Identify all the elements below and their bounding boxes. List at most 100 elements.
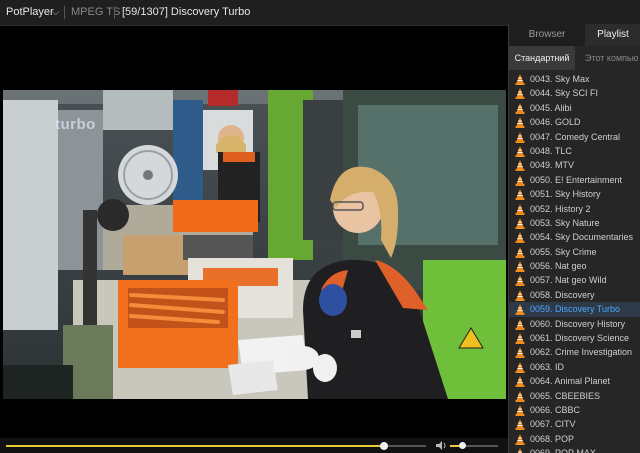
- vlc-cone-icon: [515, 433, 525, 445]
- playlist-item-label: 0056. Nat geo: [530, 261, 587, 272]
- vlc-cone-icon: [515, 275, 525, 287]
- playlist-item-label: 0047. Comedy Central: [530, 131, 621, 142]
- playlist-panel: Browser Playlist Стандартний Этот компью…: [508, 24, 640, 453]
- playlist-item[interactable]: 0060. Discovery History: [509, 317, 640, 331]
- playlist-item-label: 0063. ID: [530, 361, 565, 372]
- playlist-item-label: 0065. CBEEBIES: [530, 390, 601, 401]
- vlc-cone-icon: [518, 448, 522, 453]
- playlist-item-label: 0064. Animal Planet: [530, 376, 611, 387]
- playlist-item-active[interactable]: 0059. Discovery Turbo: [509, 302, 640, 317]
- volume-handle[interactable]: [459, 442, 466, 449]
- playlist-item-label: 0060. Discovery History: [530, 318, 626, 329]
- playlist-item-label: 0058. Discovery: [530, 289, 595, 300]
- vlc-cone-icon: [515, 189, 525, 201]
- playlist-item-label: 0062. Crime Investigation: [530, 347, 633, 358]
- vlc-cone-icon: [515, 88, 525, 100]
- vlc-cone-icon: [515, 404, 525, 416]
- playlist-item[interactable]: 0051. Sky History: [509, 187, 640, 201]
- controls-bar: [0, 438, 508, 453]
- speaker-icon[interactable]: [435, 440, 447, 451]
- divider: [64, 6, 65, 19]
- playlist-item[interactable]: 0046. GOLD: [509, 115, 640, 129]
- playlist-item[interactable]: 0069. POP MAX: [509, 446, 640, 453]
- playlist-item-label: 0052. History 2: [530, 203, 591, 214]
- playlist-item[interactable]: 0061. Discovery Science: [509, 331, 640, 345]
- playlist-item[interactable]: 0044. Sky SCI FI: [509, 86, 640, 100]
- vlc-cone-icon: [515, 304, 525, 316]
- playlist-item[interactable]: 0053. Sky Nature: [509, 216, 640, 230]
- vlc-cone-icon: [515, 174, 525, 186]
- seek-progress: [6, 445, 384, 447]
- playlist-item-label: 0049. MTV: [530, 160, 575, 171]
- window-title: [59/1307] Discovery Turbo: [122, 6, 251, 18]
- playlist-item-label: 0044. Sky SCI FI: [530, 88, 599, 99]
- video-scene-image: [3, 90, 506, 399]
- vlc-cone-icon: [515, 347, 525, 359]
- app-menu-button[interactable]: PotPlayer: [6, 0, 54, 25]
- playlist-item[interactable]: 0049. MTV: [509, 158, 640, 172]
- playlist-item[interactable]: 0066. CBBC: [509, 403, 640, 417]
- subtab-standard[interactable]: Стандартний: [509, 46, 575, 70]
- playlist-item[interactable]: 0064. Animal Planet: [509, 374, 640, 388]
- playlist-item-label: 0050. E! Entertainment: [530, 174, 623, 185]
- vlc-cone-icon: [515, 246, 525, 258]
- vlc-cone-icon: [515, 74, 525, 85]
- tab-playlist[interactable]: Playlist: [585, 24, 640, 46]
- playlist-item[interactable]: 0052. History 2: [509, 202, 640, 216]
- title-bar: PotPlayer ⌵ MPEG TS [59/1307] Discovery …: [0, 0, 640, 26]
- playlist-item[interactable]: 0048. TLC: [509, 144, 640, 158]
- playlist-item-label: 0059. Discovery Turbo: [530, 304, 621, 315]
- vlc-cone-icon: [515, 376, 525, 388]
- playlist-item-label: 0057. Nat geo Wild: [530, 275, 607, 286]
- vlc-cone-icon: [515, 361, 525, 373]
- vlc-cone-icon: [515, 203, 525, 215]
- playlist-item-label: 0061. Discovery Science: [530, 333, 630, 344]
- vlc-cone-icon: [515, 289, 525, 301]
- playlist-item-label: 0045. Alibi: [530, 102, 572, 113]
- playlist-item[interactable]: 0045. Alibi: [509, 101, 640, 115]
- vlc-cone-icon: [515, 131, 525, 143]
- video-area[interactable]: turbo: [0, 26, 508, 438]
- playlist-item[interactable]: 0043. Sky Max: [509, 72, 640, 86]
- vlc-cone-icon: [515, 160, 525, 172]
- playlist-item-label: 0051. Sky History: [530, 189, 601, 200]
- seek-handle[interactable]: [380, 442, 388, 450]
- tab-browser[interactable]: Browser: [509, 24, 585, 46]
- playlist-item-label: 0069. POP MAX: [530, 446, 596, 453]
- seek-bar[interactable]: [6, 442, 426, 450]
- chevron-down-icon[interactable]: ⌵: [52, 0, 60, 25]
- playlist-item[interactable]: 0047. Comedy Central: [509, 130, 640, 144]
- vlc-cone-icon: [515, 318, 525, 330]
- vlc-cone-icon: [515, 390, 525, 402]
- playlist-subtabs: Стандартний Этот компью: [509, 46, 640, 70]
- vlc-cone-icon: [515, 145, 525, 157]
- playlist-item-label: 0066. CBBC: [530, 404, 581, 415]
- subtab-this-computer[interactable]: Этот компью: [577, 46, 640, 70]
- playlist-item[interactable]: 0057. Nat geo Wild: [509, 273, 640, 287]
- playlist-item[interactable]: 0068. POP: [509, 432, 640, 446]
- format-label: MPEG TS: [71, 6, 121, 18]
- playlist-item-label: 0055. Sky Crime: [530, 246, 597, 257]
- playlist-item[interactable]: 0065. CBEEBIES: [509, 389, 640, 403]
- volume-slider[interactable]: [450, 442, 498, 449]
- playlist-item-label: 0067. CITV: [530, 419, 576, 430]
- playlist-list[interactable]: 0043. Sky Max 0044. Sky SCI FI 0045. Alibi…: [509, 72, 640, 453]
- playlist-item[interactable]: 0056. Nat geo: [509, 259, 640, 273]
- video-frame[interactable]: turbo: [3, 90, 506, 399]
- playlist-item[interactable]: 0058. Discovery: [509, 288, 640, 302]
- playlist-item[interactable]: 0054. Sky Documentaries: [509, 230, 640, 244]
- vlc-cone-icon: [515, 261, 525, 273]
- playlist-item[interactable]: 0055. Sky Crime: [509, 245, 640, 259]
- playlist-item[interactable]: 0067. CITV: [509, 417, 640, 431]
- vlc-cone-icon: [515, 102, 525, 114]
- divider: [114, 6, 115, 19]
- vlc-cone-icon: [515, 117, 525, 129]
- playlist-item[interactable]: 0050. E! Entertainment: [509, 173, 640, 187]
- vlc-cone-icon: [515, 419, 525, 431]
- playlist-item-label: 0048. TLC: [530, 145, 572, 156]
- vlc-cone-icon: [515, 217, 525, 229]
- playlist-item[interactable]: 0063. ID: [509, 360, 640, 374]
- playlist-item[interactable]: 0062. Crime Investigation: [509, 345, 640, 359]
- channel-watermark: turbo: [55, 116, 96, 133]
- panel-tabs: Browser Playlist: [509, 24, 640, 46]
